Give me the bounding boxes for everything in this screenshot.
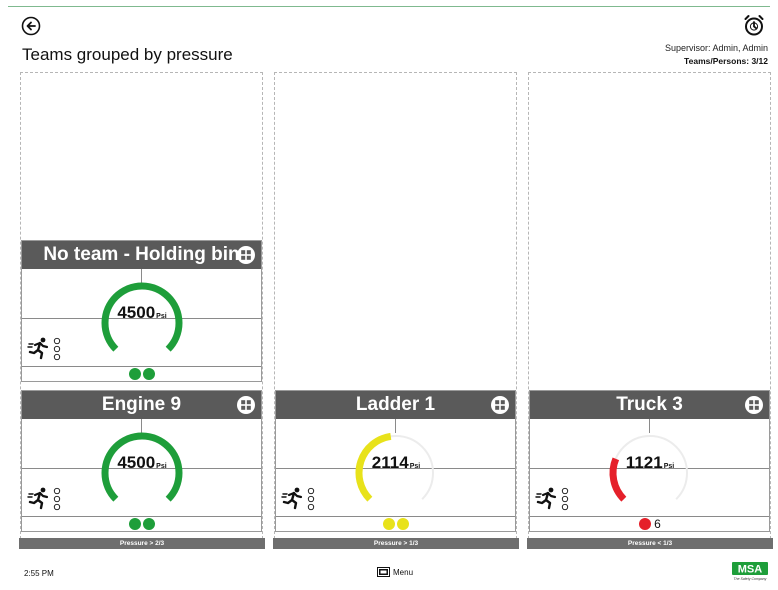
card-header: Truck 3: [530, 391, 769, 419]
msa-logo: MSA The Safety Company: [732, 562, 768, 582]
person-dot: [128, 518, 141, 530]
card-body: 1121Psi: [530, 419, 769, 516]
pressure-value: 4500: [117, 303, 156, 322]
pressure-readout: 1121Psi: [595, 453, 705, 473]
svg-text:The Safety Company: The Safety Company: [734, 577, 767, 581]
grid-icon: [237, 396, 255, 414]
card-body: 2114Psi: [276, 419, 515, 516]
grid-icon: [491, 396, 509, 414]
column-footer-medium: Pressure > 1/3: [273, 538, 519, 549]
teams-persons-count: Teams/Persons: 3/12: [684, 56, 768, 66]
menu-button[interactable]: Menu: [377, 566, 413, 578]
running-person-icon: [535, 487, 557, 510]
team-grid-button[interactable]: [490, 395, 510, 415]
card-footer: [22, 516, 261, 531]
running-person-icon: [281, 487, 303, 510]
person-dot: [128, 368, 141, 380]
timer-icon: [744, 15, 764, 36]
card-header: Ladder 1: [276, 391, 515, 419]
team-grid-button[interactable]: [744, 395, 764, 415]
status-indicator-icon: [307, 487, 315, 511]
person-dot: [639, 518, 652, 530]
column-footer-low: Pressure < 1/3: [527, 538, 773, 549]
card-body: 4500Psi: [22, 419, 261, 516]
card-footer: [276, 516, 515, 531]
menu-label: Menu: [393, 567, 414, 577]
team-title: No team - Holding bin: [43, 244, 240, 265]
team-card-engine-9[interactable]: Engine 9 4500Psi: [21, 390, 262, 532]
person-count: 6: [654, 517, 661, 531]
status-indicator-icon: [53, 487, 61, 511]
team-title: Engine 9: [101, 394, 182, 415]
svg-text:MSA: MSA: [738, 564, 763, 576]
running-person-icon: [27, 337, 49, 360]
pressure-unit: Psi: [156, 463, 167, 470]
card-footer: [22, 366, 261, 381]
pressure-readout: 4500Psi: [87, 303, 197, 323]
pressure-readout: 4500Psi: [87, 453, 197, 473]
card-body: 4500Psi: [22, 269, 261, 366]
team-card-holding-bin[interactable]: No team - Holding bin 4500Psi: [21, 240, 262, 382]
grid-icon: [237, 246, 255, 264]
person-dot: [396, 518, 409, 530]
pressure-value: 4500: [117, 453, 156, 472]
card-header: No team - Holding bin: [22, 241, 261, 269]
menu-icon: [377, 567, 390, 577]
team-grid-button[interactable]: [236, 245, 256, 265]
team-title: Ladder 1: [355, 394, 436, 415]
grid-icon: [745, 396, 763, 414]
supervisor-label: Supervisor: Admin, Admin: [664, 43, 768, 53]
pressure-unit: Psi: [409, 463, 421, 470]
card-footer: 6: [530, 516, 769, 531]
team-grid-button[interactable]: [236, 395, 256, 415]
running-person-icon: [27, 487, 49, 510]
status-indicator-icon: [561, 487, 569, 511]
timer-button[interactable]: [742, 13, 766, 37]
top-divider: [8, 6, 770, 7]
pressure-value: 1121: [625, 453, 663, 472]
clock-time: 2:55 PM: [24, 569, 54, 578]
page-title: Teams grouped by pressure: [22, 45, 233, 64]
pressure-readout: 2114Psi: [341, 453, 451, 473]
column-footer-high: Pressure > 2/3: [19, 538, 265, 549]
card-header: Engine 9: [22, 391, 261, 419]
back-arrow-icon: [21, 16, 41, 36]
team-card-ladder-1[interactable]: Ladder 1 2114Psi: [275, 390, 516, 532]
person-dot: [142, 368, 155, 380]
pressure-value: 2114: [371, 453, 409, 472]
person-dot: [382, 518, 395, 530]
person-dot: [142, 518, 155, 530]
pressure-unit: Psi: [156, 313, 167, 320]
pressure-unit: Psi: [663, 463, 675, 470]
team-card-truck-3[interactable]: Truck 3 1121Psi 6: [529, 390, 770, 532]
team-title: Truck 3: [616, 394, 683, 415]
back-button[interactable]: [21, 16, 41, 36]
status-indicator-icon: [53, 337, 61, 361]
